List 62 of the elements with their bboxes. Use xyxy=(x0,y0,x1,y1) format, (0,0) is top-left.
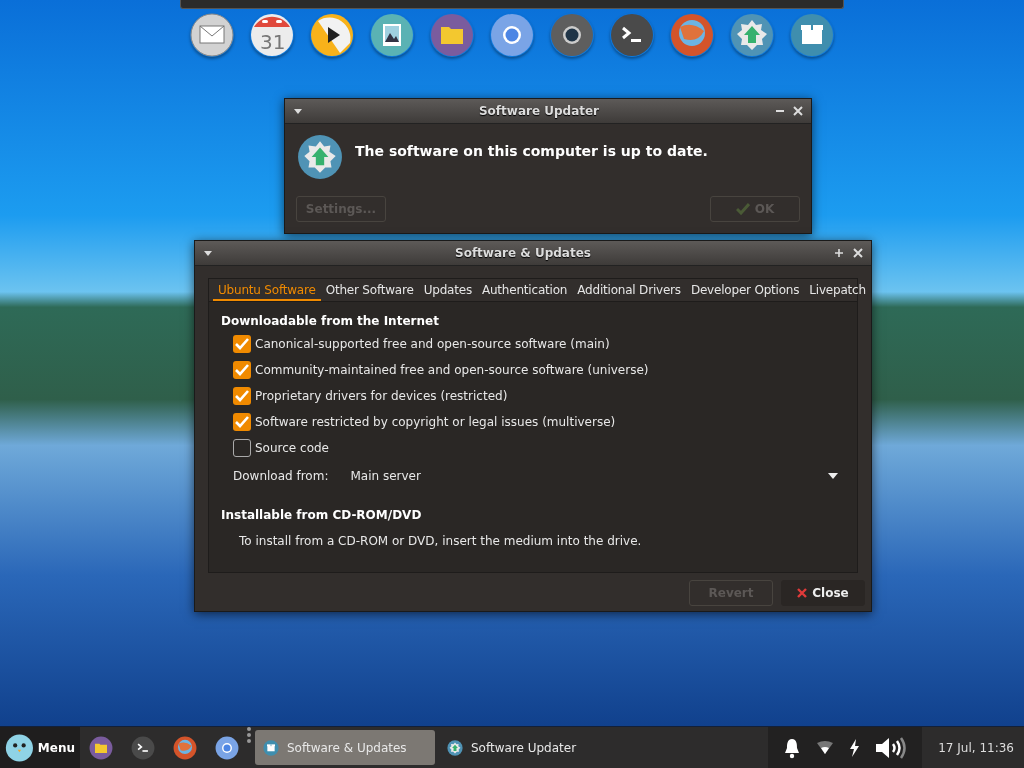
checkbox-label: Canonical-supported free and open-source software (main) xyxy=(255,336,610,351)
section-heading: Downloadable from the Internet xyxy=(221,314,440,328)
taskbar-window-button[interactable]: Software & Updates xyxy=(255,730,435,765)
camera-lens-icon[interactable] xyxy=(550,13,594,57)
checkbox[interactable] xyxy=(233,438,251,457)
window-menu-icon xyxy=(293,107,303,115)
window-menu-icon xyxy=(203,249,213,257)
calendar-icon[interactable] xyxy=(250,13,294,57)
terminal-icon[interactable] xyxy=(610,13,654,57)
checkbox-label: Community-maintained free and open-source software (universe) xyxy=(255,362,649,377)
wifi-signal-icon[interactable] xyxy=(816,740,835,755)
checkbox-label: Source code xyxy=(255,440,329,455)
check-icon xyxy=(735,203,750,215)
clock[interactable]: 17 Jul, 11:36 xyxy=(922,727,1024,768)
checkbox[interactable] xyxy=(233,386,251,405)
folder-icon[interactable] xyxy=(89,735,113,760)
lightning-bolt-icon[interactable] xyxy=(848,737,861,758)
envelope-icon[interactable] xyxy=(190,13,234,57)
checkbox[interactable] xyxy=(233,334,251,353)
checkmark-glyph xyxy=(235,389,249,402)
firefox-icon[interactable] xyxy=(173,735,197,760)
browser-icon[interactable] xyxy=(490,13,534,57)
tab[interactable]: Updates xyxy=(418,281,477,301)
checkmark-glyph xyxy=(235,363,249,376)
window-title: Software & Updates xyxy=(454,246,592,260)
picture-icon[interactable] xyxy=(370,13,414,57)
package-icon xyxy=(263,739,279,756)
play-icon[interactable] xyxy=(310,13,354,57)
tab[interactable]: Other Software xyxy=(320,281,419,301)
checkmark-glyph xyxy=(235,415,249,428)
close-icon xyxy=(853,248,863,258)
browser-icon[interactable] xyxy=(215,735,239,760)
server-dropdown[interactable]: Main server xyxy=(350,469,845,483)
checkbox[interactable] xyxy=(233,360,251,379)
folder-icon[interactable] xyxy=(430,13,474,57)
dialog-button[interactable]: Close xyxy=(781,580,865,606)
status-message: The software on this computer is up to date. xyxy=(355,143,708,159)
checkbox[interactable] xyxy=(233,412,251,431)
section-heading: Installable from CD-ROM/DVD xyxy=(221,508,423,522)
tab[interactable]: Ubuntu Software xyxy=(213,281,321,301)
checkbox-label: Software restricted by copyright or legal issues (multiverse) xyxy=(255,414,616,429)
menu-label[interactable]: Menu xyxy=(37,740,75,755)
taskbar-window-button[interactable]: Software Updater xyxy=(439,730,619,765)
firefox-icon[interactable] xyxy=(670,13,714,57)
tab[interactable]: Authentication xyxy=(476,281,573,301)
tab[interactable]: Developer Options xyxy=(685,281,805,301)
close-icon xyxy=(797,588,808,598)
tab[interactable]: Livepatch xyxy=(804,281,871,301)
checkmark-glyph xyxy=(235,337,249,350)
dropdown-arrow-icon xyxy=(827,472,839,480)
instruction-text: To install from a CD-ROM or DVD, insert the medium into the drive. xyxy=(239,534,643,548)
close-icon xyxy=(793,106,803,116)
window-title: Software Updater xyxy=(477,104,601,118)
field-label: Download from: xyxy=(233,469,329,483)
calendar-date: 31 xyxy=(260,32,286,52)
checkbox-label: Proprietary drivers for devices (restricted) xyxy=(255,388,508,403)
tab[interactable]: Additional Drivers xyxy=(572,281,686,301)
separator-dots-icon xyxy=(247,727,251,743)
terminal-icon[interactable] xyxy=(131,735,155,760)
maximize-icon xyxy=(833,248,845,258)
package-icon[interactable] xyxy=(790,13,834,57)
update-arrow-icon xyxy=(447,739,463,756)
